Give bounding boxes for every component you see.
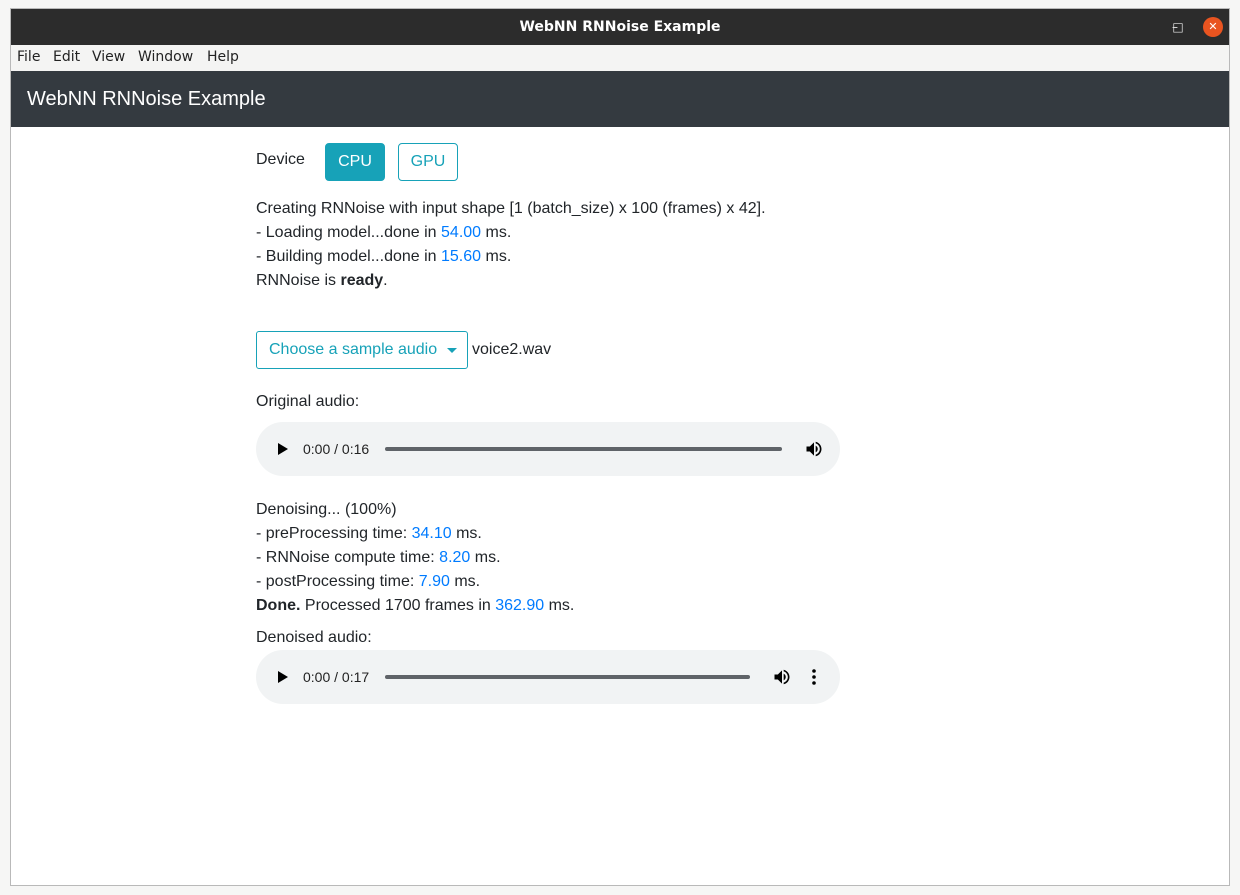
done-word: Done. xyxy=(256,597,301,614)
menu-view[interactable]: View xyxy=(92,49,125,65)
compute-unit: ms. xyxy=(470,549,501,566)
denoise-progress: Denoising... (100%) xyxy=(256,501,397,518)
loading-unit: ms. xyxy=(481,224,512,241)
total-time: 362.90 xyxy=(495,597,545,614)
pre-unit: ms. xyxy=(451,525,482,542)
more-options-icon[interactable] xyxy=(810,667,818,687)
menu-edit[interactable]: Edit xyxy=(53,49,80,65)
compute-time: 8.20 xyxy=(439,549,471,566)
close-button[interactable]: ✕ xyxy=(1203,17,1223,37)
denoised-audio-player[interactable]: 0:00 / 0:17 xyxy=(256,650,840,704)
denoised-time: 0:00 / 0:17 xyxy=(303,669,370,685)
building-unit: ms. xyxy=(481,248,512,265)
volume-icon[interactable] xyxy=(772,667,792,687)
ready-word: ready xyxy=(340,272,384,289)
cpu-button[interactable]: CPU xyxy=(325,143,385,181)
original-audio-label: Original audio: xyxy=(256,393,360,410)
loading-time: 54.00 xyxy=(441,224,482,241)
window-title: WebNN RNNoise Example xyxy=(519,19,721,35)
menu-help[interactable]: Help xyxy=(207,49,239,65)
building-prefix: - Building model...done in xyxy=(256,248,441,265)
building-time: 15.60 xyxy=(441,248,482,265)
post-unit: ms. xyxy=(449,573,481,590)
caret-down-icon xyxy=(447,348,457,353)
app-header: WebNN RNNoise Example xyxy=(11,71,1229,127)
status-building: - Building model...done in 15.60 ms. xyxy=(256,248,511,266)
dropdown-label: Choose a sample audio xyxy=(269,341,438,358)
play-icon[interactable] xyxy=(278,671,288,683)
denoised-seek-bar[interactable] xyxy=(385,675,750,679)
title-bar[interactable]: WebNN RNNoise Example – □ ✕ xyxy=(11,9,1229,45)
done-text: Processed 1700 frames in xyxy=(300,597,496,614)
post-prefix: - postProcessing time: xyxy=(256,573,419,590)
original-time: 0:00 / 0:16 xyxy=(303,441,370,457)
original-seek-bar[interactable] xyxy=(385,447,782,451)
pre-time: 34.10 xyxy=(411,525,452,542)
postprocessing-line: - postProcessing time: 7.90 ms. xyxy=(256,573,480,591)
sample-audio-dropdown[interactable]: Choose a sample audio xyxy=(256,331,468,369)
app-brand[interactable]: WebNN RNNoise Example xyxy=(27,88,266,111)
done-unit: ms. xyxy=(544,597,575,614)
status-ready: RNNoise is ready. xyxy=(256,272,388,290)
status-line-shape: Creating RNNoise with input shape [1 (ba… xyxy=(256,200,766,217)
ready-prefix: RNNoise is xyxy=(256,272,341,289)
gpu-button[interactable]: GPU xyxy=(398,143,458,181)
menu-file[interactable]: File xyxy=(17,49,40,65)
preprocessing-line: - preProcessing time: 34.10 ms. xyxy=(256,525,482,543)
device-label: Device xyxy=(256,151,305,168)
maximize-button[interactable]: □ xyxy=(1168,17,1188,37)
compute-prefix: - RNNoise compute time: xyxy=(256,549,440,566)
post-time: 7.90 xyxy=(418,573,450,590)
ready-suffix: . xyxy=(383,272,388,289)
compute-line: - RNNoise compute time: 8.20 ms. xyxy=(256,549,501,567)
done-line: Done. Processed 1700 frames in 362.90 ms… xyxy=(256,597,574,615)
loading-prefix: - Loading model...done in xyxy=(256,224,442,241)
play-icon[interactable] xyxy=(278,443,288,455)
status-loading: - Loading model...done in 54.00 ms. xyxy=(256,224,511,242)
denoised-audio-label: Denoised audio: xyxy=(256,629,372,646)
app-window: WebNN RNNoise Example – □ ✕ File Edit Vi… xyxy=(10,8,1230,886)
volume-icon[interactable] xyxy=(804,439,824,459)
menu-window[interactable]: Window xyxy=(138,49,193,65)
pre-prefix: - preProcessing time: xyxy=(256,525,412,542)
menu-bar: File Edit View Window Help xyxy=(11,45,1229,72)
original-audio-player[interactable]: 0:00 / 0:16 xyxy=(256,422,840,476)
selected-filename: voice2.wav xyxy=(472,341,552,358)
